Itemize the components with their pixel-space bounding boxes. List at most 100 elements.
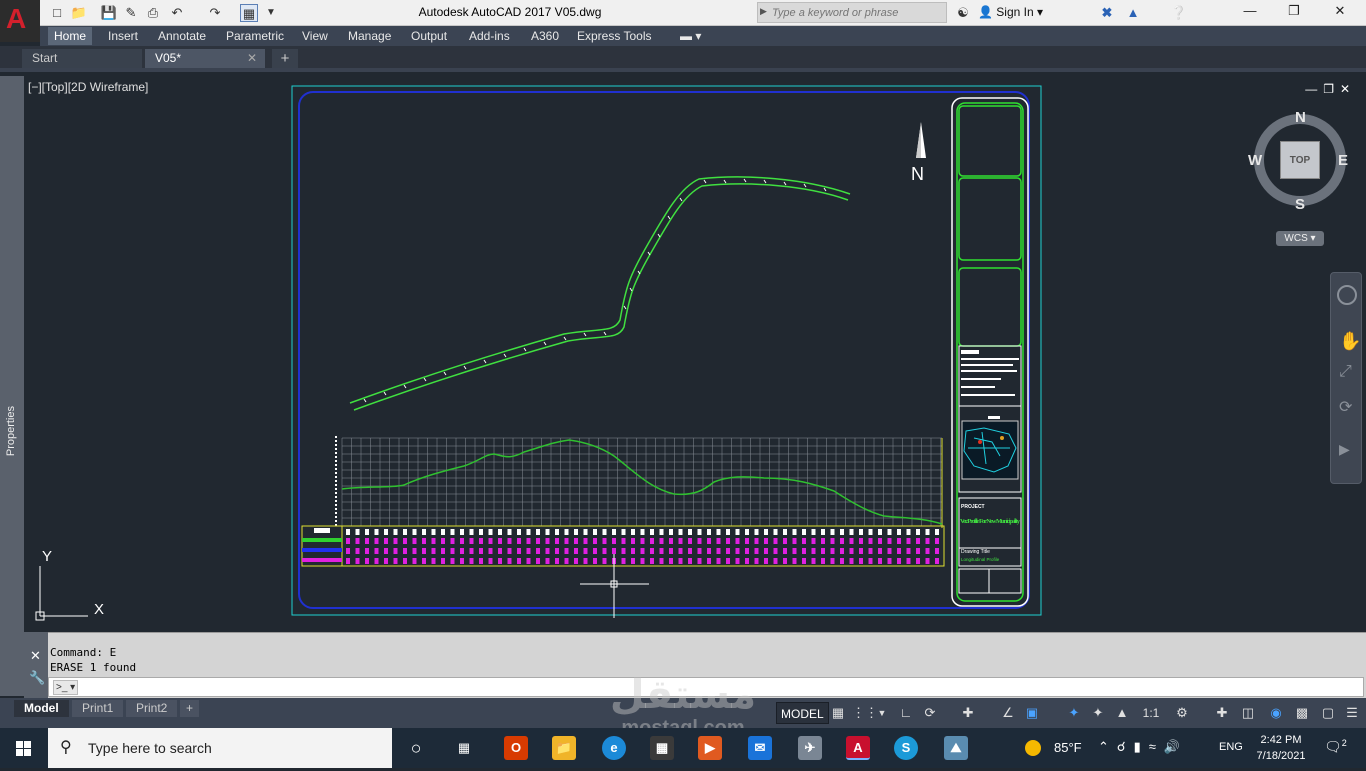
tab-drawing-v05[interactable]: V05* ✕	[145, 49, 265, 68]
command-input-box[interactable]: >_ ▾	[48, 677, 1364, 697]
tab-home[interactable]: Home	[48, 27, 93, 45]
notification-center-icon[interactable]: 🗨2	[1324, 738, 1347, 756]
steering-wheel-icon[interactable]	[1337, 285, 1357, 305]
ribbon-toggle-icon[interactable]: ▬ ▾	[674, 27, 707, 45]
customize-wrench-icon[interactable]: 🔧	[29, 670, 45, 686]
tab-insert[interactable]: Insert	[102, 27, 144, 45]
weather-temperature[interactable]: 85°F	[1054, 740, 1082, 755]
selection-icon[interactable]: ▣	[1022, 702, 1042, 724]
polar-icon[interactable]: ⟳	[920, 702, 940, 724]
tab-print1[interactable]: Print1	[72, 700, 124, 717]
tab-express-tools[interactable]: Express Tools	[571, 27, 657, 45]
ortho-icon[interactable]: ∟	[896, 702, 916, 724]
tab-parametric[interactable]: Parametric	[220, 27, 290, 45]
photos-icon[interactable]: ⛰	[944, 736, 968, 760]
save-icon[interactable]: 💾	[100, 4, 118, 22]
new-tab-button[interactable]: +	[272, 49, 298, 68]
viewcube-south[interactable]: S	[1295, 196, 1305, 213]
autodesk-app-icon[interactable]: ▲	[1124, 4, 1142, 22]
workspace-gear-icon[interactable]: ⚙	[1172, 702, 1192, 724]
close-icon[interactable]: ✕	[1320, 3, 1360, 23]
qat-dropdown-icon[interactable]: ▼	[262, 4, 280, 22]
search-expand-icon[interactable]: ▶	[760, 6, 767, 17]
tab-annotate[interactable]: Annotate	[152, 27, 212, 45]
tab-model[interactable]: Model	[14, 700, 69, 717]
clock[interactable]: 2:42 PM 7/18/2021	[1252, 732, 1310, 764]
input-language[interactable]: ENG	[1219, 741, 1243, 753]
print-icon[interactable]: ⎙	[144, 4, 162, 22]
isolate-objects-icon[interactable]: ◉	[1266, 702, 1286, 724]
annotation-monitor-icon[interactable]: ✚	[1212, 702, 1232, 724]
file-explorer-icon[interactable]: 📁	[552, 736, 576, 760]
start-button[interactable]	[0, 728, 48, 768]
autocad-taskbar-icon[interactable]: A	[846, 736, 870, 760]
tab-a360[interactable]: A360	[525, 27, 565, 45]
help-icon[interactable]: ❔	[1170, 4, 1188, 22]
close-command-line-icon[interactable]: ✕	[30, 648, 41, 664]
customization-icon[interactable]: ☰	[1342, 702, 1362, 724]
drawing-viewport[interactable]: [−][Top][2D Wireframe] —❐✕ N Y X PROJECT…	[24, 76, 1366, 632]
taskbar-search[interactable]: ⚲ Type here to search	[48, 728, 392, 768]
exchange-icon[interactable]: ✖	[1098, 4, 1116, 22]
office-icon[interactable]: O	[504, 736, 528, 760]
properties-palette[interactable]: Properties	[0, 76, 24, 696]
viewcube-east[interactable]: E	[1338, 152, 1348, 169]
undo-icon[interactable]: ↶	[168, 4, 186, 22]
auto-scale-icon[interactable]: ✦	[1088, 702, 1108, 724]
mail-icon[interactable]: ✉	[748, 736, 772, 760]
close-tab-icon[interactable]: ✕	[247, 49, 257, 68]
search-box[interactable]: ▶	[757, 2, 947, 23]
sign-in-button[interactable]: 👤 Sign In ▾	[978, 5, 1043, 19]
grid-icon[interactable]: ▦	[828, 702, 848, 724]
workspace-icon[interactable]: ▦	[240, 4, 258, 22]
viewcube-north[interactable]: N	[1295, 109, 1306, 126]
snap-dropdown-icon[interactable]: ▼	[872, 702, 892, 724]
viewcube-face-top[interactable]: TOP	[1280, 141, 1320, 179]
app-icon[interactable]: ✈	[798, 736, 822, 760]
clean-screen-icon[interactable]: ▢	[1318, 702, 1338, 724]
snap-icon[interactable]: ⋮⋮	[852, 702, 878, 724]
tab-manage[interactable]: Manage	[342, 27, 397, 45]
annotation-scale-icon[interactable]: ▲	[1112, 702, 1132, 724]
orbit-icon[interactable]: ⟳	[1339, 397, 1352, 417]
weather-icon[interactable]	[1025, 740, 1041, 756]
add-layout-button[interactable]: +	[180, 700, 200, 717]
showmotion-icon[interactable]: ▶	[1339, 441, 1350, 458]
binoculars-icon[interactable]: ☯	[954, 4, 972, 22]
tab-add-ins[interactable]: Add-ins	[463, 27, 516, 45]
tab-print2[interactable]: Print2	[126, 700, 178, 717]
search-input[interactable]	[772, 5, 942, 20]
edge-icon[interactable]: e	[602, 736, 626, 760]
open-file-icon[interactable]: 📁	[70, 4, 88, 22]
windows-logo-icon	[16, 741, 31, 756]
media-icon[interactable]: ▶	[698, 736, 722, 760]
redo-icon[interactable]: ↷	[206, 4, 224, 22]
tab-output[interactable]: Output	[405, 27, 453, 45]
save-as-icon[interactable]: ✎	[122, 4, 140, 22]
cortana-icon[interactable]: ○	[404, 736, 428, 760]
command-prompt-icon[interactable]: >_ ▾	[53, 680, 79, 695]
pan-icon[interactable]: ✋	[1339, 331, 1361, 352]
model-space-button[interactable]: MODEL	[776, 702, 829, 724]
restore-icon[interactable]: ❐	[1274, 3, 1314, 23]
command-input[interactable]	[89, 680, 1289, 695]
zoom-extents-icon[interactable]: ⤢	[1339, 363, 1352, 381]
units-icon[interactable]: ◫	[1238, 702, 1258, 724]
lineweight-icon[interactable]: ∠	[998, 702, 1018, 724]
annotation-scale-value[interactable]: 1:1	[1136, 702, 1166, 724]
annotation-visibility-icon[interactable]: ✦	[1064, 702, 1084, 724]
store-icon[interactable]: ▦	[650, 736, 674, 760]
application-menu-button[interactable]: A	[0, 0, 40, 42]
command-line-handle[interactable]: ✕ 🔧	[24, 632, 48, 698]
tab-view[interactable]: View	[296, 27, 334, 45]
new-file-icon[interactable]: □	[48, 4, 66, 22]
hardware-acceleration-icon[interactable]: ▩	[1292, 702, 1312, 724]
tab-start[interactable]: Start	[22, 49, 142, 68]
minimize-icon[interactable]: —	[1230, 3, 1270, 23]
task-view-icon[interactable]: ▦	[452, 736, 476, 760]
viewcube-west[interactable]: W	[1248, 152, 1262, 169]
wcs-menu[interactable]: WCS ▾	[1276, 231, 1324, 246]
skype-icon[interactable]: S	[894, 736, 918, 760]
osnap-icon[interactable]: ✚	[958, 702, 978, 724]
tray-icons[interactable]: ⌃☌▮≈🔊	[1098, 739, 1188, 755]
